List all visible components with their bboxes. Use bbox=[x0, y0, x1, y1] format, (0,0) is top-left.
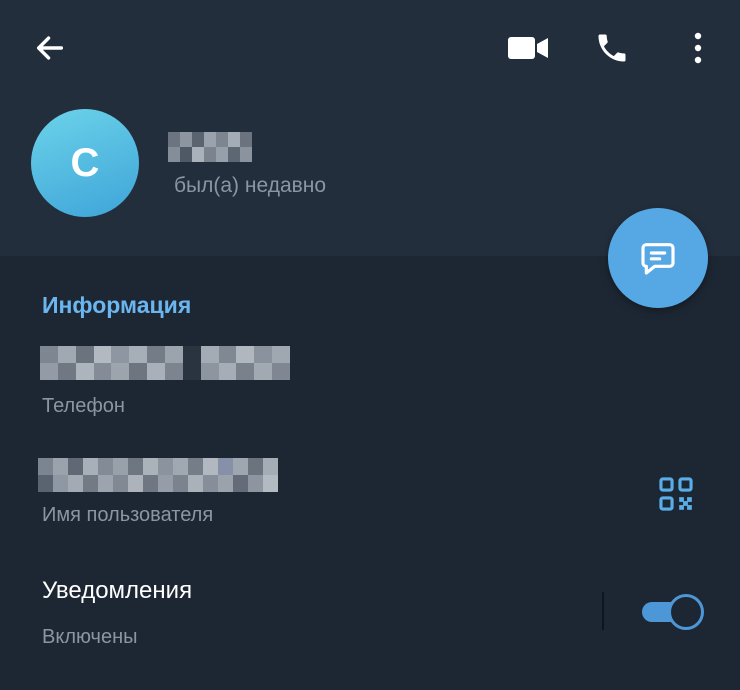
username-label: Имя пользователя bbox=[42, 504, 214, 526]
last-seen-status: был(а) недавно bbox=[174, 174, 327, 197]
more-vertical-icon bbox=[694, 32, 702, 64]
profile-screen: C был(а) недавно Информация Телефон Имя … bbox=[0, 0, 740, 690]
voice-call-button[interactable] bbox=[584, 20, 640, 76]
qr-code-button[interactable] bbox=[652, 470, 700, 518]
message-icon bbox=[641, 243, 675, 275]
avatar[interactable]: C bbox=[31, 109, 139, 217]
phone-label: Телефон bbox=[42, 395, 125, 417]
notifications-title[interactable]: Уведомления bbox=[42, 577, 192, 605]
toggle-knob bbox=[668, 594, 704, 630]
info-section-title: Информация bbox=[42, 292, 192, 318]
more-options-button[interactable] bbox=[676, 22, 720, 74]
back-button[interactable] bbox=[22, 22, 78, 74]
contact-name-redacted bbox=[168, 132, 252, 162]
notifications-status: Включены bbox=[42, 626, 138, 648]
username-redacted[interactable] bbox=[38, 458, 278, 492]
notifications-toggle[interactable] bbox=[640, 594, 704, 630]
qr-code-icon bbox=[659, 477, 693, 511]
video-call-button[interactable] bbox=[500, 22, 556, 74]
send-message-button[interactable] bbox=[608, 208, 708, 308]
phone-number-redacted[interactable] bbox=[40, 346, 290, 380]
arrow-left-icon bbox=[36, 36, 64, 60]
video-camera-icon bbox=[508, 37, 548, 59]
phone-icon bbox=[598, 34, 626, 62]
vertical-divider bbox=[602, 592, 604, 630]
